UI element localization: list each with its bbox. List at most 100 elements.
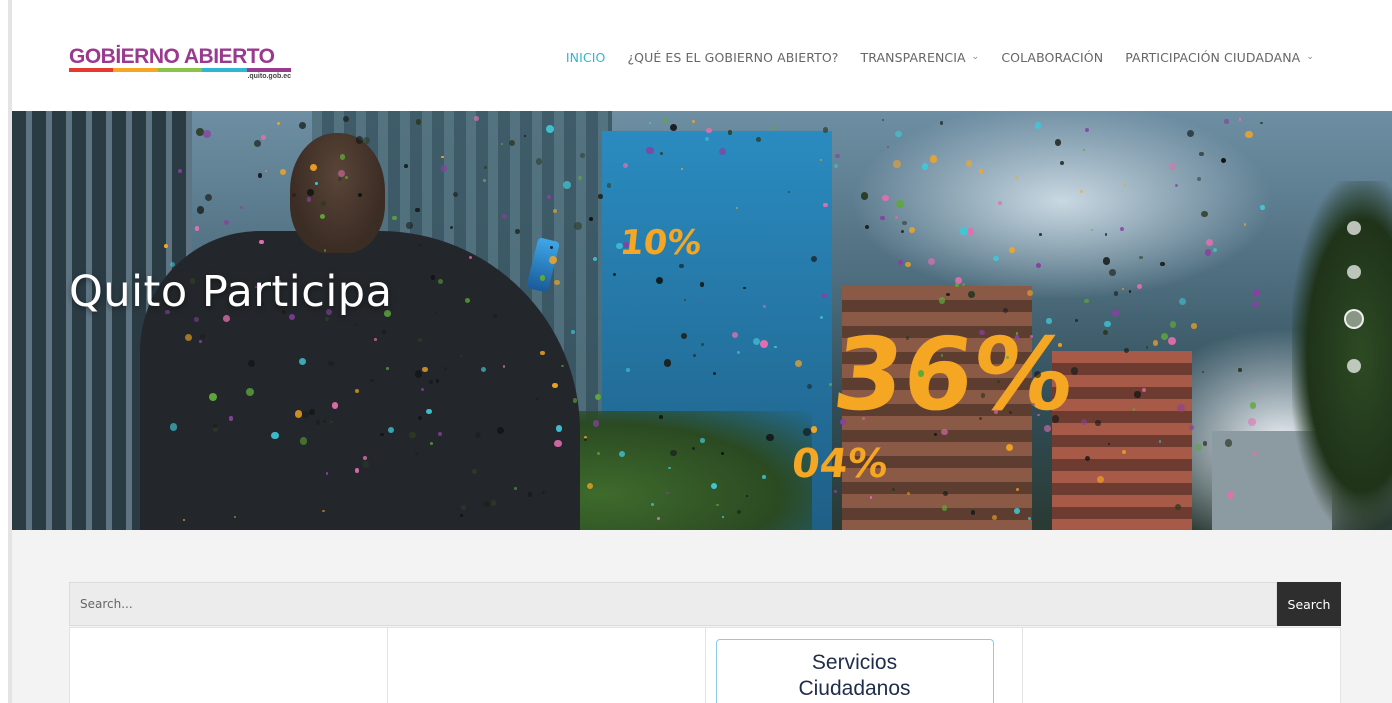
hero-particle xyxy=(1046,318,1052,324)
hero-particle xyxy=(270,431,279,440)
hero-particle xyxy=(896,200,905,208)
hero-particle xyxy=(1238,368,1242,372)
hero-particle xyxy=(1260,205,1265,210)
hero-particle xyxy=(921,163,929,170)
hero-particle xyxy=(794,359,802,368)
card-grid: Servicios Ciudadanos xyxy=(69,627,1341,703)
hero-particle xyxy=(1201,210,1209,218)
hero-particle xyxy=(523,134,526,137)
site-logo[interactable]: GOBİERNO ABIERTO .quito.gob.ec xyxy=(69,46,293,84)
hero-particle xyxy=(1095,420,1101,426)
hero-particle xyxy=(571,330,576,334)
hero-particle xyxy=(833,489,837,493)
hero-particle xyxy=(1070,367,1079,375)
hero-particle xyxy=(1034,371,1041,379)
nav-item-inicio[interactable]: INICIO xyxy=(566,50,606,65)
hero-particle xyxy=(1168,336,1177,345)
hero-particle xyxy=(196,206,204,214)
hero-particle xyxy=(586,482,594,490)
hero-particle xyxy=(199,340,202,344)
hero-particle xyxy=(1037,413,1040,417)
hero-particle xyxy=(422,367,428,373)
hero-particle xyxy=(1039,232,1043,236)
hero-particle xyxy=(810,426,817,433)
hero-particle xyxy=(257,173,263,178)
nav-item-colaboracion[interactable]: COLABORACIÓN xyxy=(1001,50,1103,65)
hero-particle xyxy=(938,297,946,304)
hero-particle xyxy=(355,468,360,473)
hero-particle xyxy=(1123,347,1129,354)
hero-particle xyxy=(880,215,886,221)
hero-particle xyxy=(259,239,264,245)
hero-palm xyxy=(1292,181,1392,530)
hero-particle xyxy=(613,272,617,276)
hero-particle xyxy=(1245,130,1253,139)
hero-particle xyxy=(1005,443,1013,451)
hero-particle xyxy=(1161,333,1169,341)
nav-item-label: ¿QUÉ ES EL GOBIERNO ABIERTO? xyxy=(627,50,839,65)
hero-particle xyxy=(592,257,597,262)
hero-particle xyxy=(573,222,582,230)
hero-particle xyxy=(414,207,420,213)
hero-particle xyxy=(1179,298,1187,306)
hero-particle xyxy=(835,153,840,159)
hero-particle xyxy=(598,194,603,199)
nav-item-participacion[interactable]: PARTICIPACIÓN CIUDADANA ⌄ xyxy=(1125,50,1314,65)
hero-particle xyxy=(406,222,413,229)
card-title-line: Ciudadanos xyxy=(798,677,911,700)
hero-particle xyxy=(261,135,266,140)
hero-particle xyxy=(320,201,326,207)
servicios-ciudadanos-card[interactable]: Servicios Ciudadanos xyxy=(715,639,994,703)
search-button[interactable]: Search xyxy=(1277,582,1341,626)
search-input[interactable] xyxy=(69,582,1277,626)
slider-dot[interactable] xyxy=(1347,221,1361,235)
hero-particle xyxy=(1248,418,1256,426)
hero-particle xyxy=(650,503,654,507)
hero-particle xyxy=(965,159,973,167)
hero-particle xyxy=(1199,152,1204,157)
nav-item-que-es[interactable]: ¿QUÉ ES EL GOBIERNO ABIERTO? xyxy=(627,50,838,65)
hero-particle xyxy=(343,116,349,123)
hero-particle xyxy=(552,382,558,388)
hero-particle xyxy=(705,137,710,141)
hero-particle xyxy=(224,219,230,225)
hero-particle xyxy=(1252,288,1261,297)
hero-particle xyxy=(898,259,904,265)
hero-particle xyxy=(606,183,612,188)
hero-particle xyxy=(697,301,700,304)
hero-particle xyxy=(1114,291,1119,296)
hero-particle xyxy=(426,408,432,415)
hero-particle xyxy=(1260,121,1263,124)
hero-particle xyxy=(737,350,740,354)
hero-particle xyxy=(1227,491,1235,499)
hero-particle xyxy=(213,423,218,428)
hero-particle xyxy=(325,471,329,475)
hero-particle xyxy=(461,505,466,510)
hero-particle xyxy=(588,217,593,221)
slider-pagination xyxy=(1344,221,1364,373)
hero-particle xyxy=(1134,391,1141,398)
hero-particle xyxy=(337,176,342,181)
hero-particle xyxy=(253,139,261,148)
slider-dot[interactable] xyxy=(1347,265,1361,279)
hero-particle xyxy=(1016,488,1019,491)
hero-particle xyxy=(193,317,199,322)
hero-particle xyxy=(1186,129,1194,137)
hero-particle xyxy=(527,492,533,497)
hero-particle xyxy=(572,397,578,403)
hero-particle xyxy=(245,387,254,396)
hero-particle xyxy=(307,189,315,196)
slider-dot[interactable] xyxy=(1347,359,1361,373)
hero-particle xyxy=(1026,289,1033,296)
hero-particle xyxy=(430,442,434,445)
slider-dot[interactable] xyxy=(1344,309,1364,329)
hero-particle xyxy=(409,431,416,439)
hero-particle xyxy=(1123,183,1126,186)
hero-particle xyxy=(392,215,397,221)
hero-particle xyxy=(882,194,890,202)
hero-number: 04% xyxy=(789,441,891,487)
hero-particle xyxy=(905,261,911,268)
hero-particle xyxy=(315,420,320,425)
nav-item-transparencia[interactable]: TRANSPARENCIA ⌄ xyxy=(861,50,980,65)
hero-particle xyxy=(535,158,543,165)
